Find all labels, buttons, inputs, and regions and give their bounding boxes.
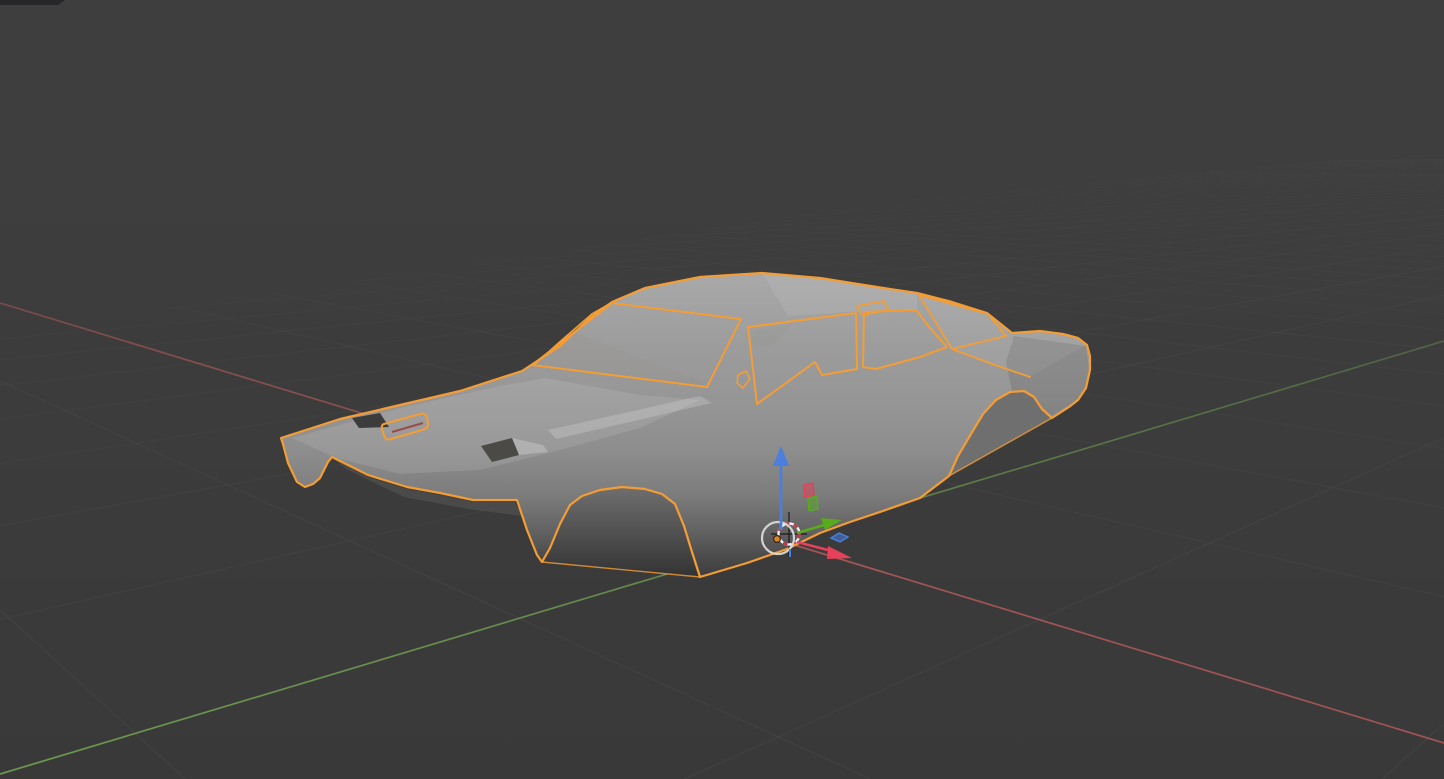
gizmo-plane-yz[interactable] <box>807 495 819 512</box>
gizmo-plane-xz[interactable] <box>803 482 815 498</box>
gizmo-plane-xy[interactable] <box>829 532 850 543</box>
topbar-fragment <box>0 0 65 5</box>
selected-car-mesh[interactable] <box>279 271 1092 579</box>
3d-viewport[interactable] <box>0 0 1444 779</box>
gizmo-x-arrow[interactable] <box>796 540 852 559</box>
viewport-canvas[interactable] <box>0 0 1444 779</box>
object-origin-dot <box>772 534 781 543</box>
